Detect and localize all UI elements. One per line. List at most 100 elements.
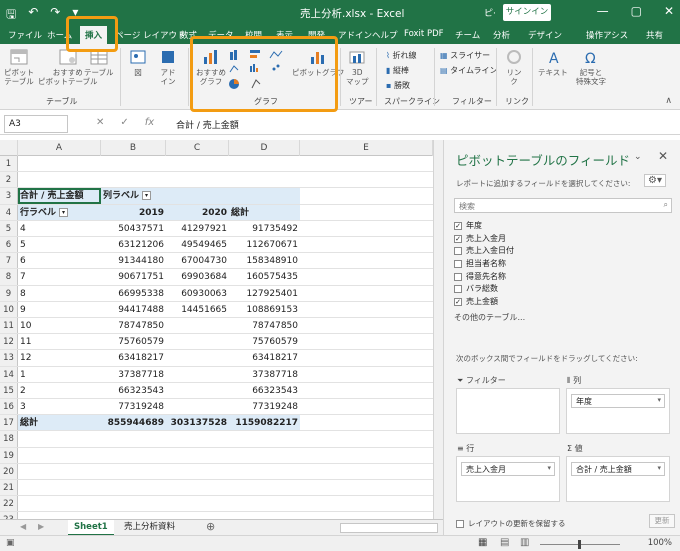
cell[interactable]: 91735492 — [229, 221, 300, 236]
column-header[interactable]: E — [300, 140, 433, 156]
sheet-tab-sales[interactable]: 売上分析資料 — [118, 520, 181, 536]
column-labels-cell[interactable]: 列ラベル ▾ — [101, 188, 166, 204]
cell[interactable]: 855944689 — [101, 415, 166, 431]
cell[interactable]: 66323543 — [101, 383, 166, 398]
row-label[interactable]: 11 — [18, 334, 101, 349]
cell[interactable]: 60930063 — [166, 286, 229, 301]
row-header[interactable]: 19 — [0, 447, 18, 463]
next-sheet-icon[interactable]: ▶ — [38, 522, 44, 531]
cell[interactable]: 1159082217 — [229, 415, 300, 431]
sparkline-line-button[interactable]: ⌇ 折れ線 — [386, 50, 416, 61]
chart-types-icon[interactable] — [228, 48, 288, 92]
row-label[interactable]: 8 — [18, 286, 101, 301]
column-header[interactable]: A — [18, 140, 101, 156]
sparkline-column-button[interactable]: ▮ 縦棒 — [386, 65, 409, 76]
close-icon[interactable]: ✕ — [664, 4, 674, 18]
tab-0[interactable]: ファイル — [8, 29, 42, 41]
checkbox[interactable] — [454, 272, 462, 281]
year-2020-header[interactable]: 2020 — [166, 204, 229, 220]
cell[interactable]: 75760579 — [101, 334, 166, 349]
filter-dropdown-icon[interactable]: ▾ — [142, 191, 152, 201]
row-header[interactable]: 21 — [0, 480, 18, 496]
values-chip-sum[interactable]: 合計 / 売上金額 ▾ — [571, 462, 665, 476]
checkbox[interactable] — [456, 519, 464, 528]
tab-5[interactable]: データ — [208, 29, 234, 41]
defer-update-checkbox[interactable]: レイアウトの更新を保留する — [456, 518, 566, 529]
pivot-chart-button[interactable]: ピボットグラフ — [292, 48, 345, 77]
row-label[interactable]: 7 — [18, 269, 101, 284]
page-layout-view-icon[interactable]: ▤ — [500, 537, 509, 548]
cell[interactable] — [166, 318, 229, 333]
row-label[interactable]: 12 — [18, 350, 101, 365]
cell[interactable]: 78747850 — [229, 318, 300, 333]
row-label[interactable]: 9 — [18, 302, 101, 317]
cell[interactable]: 112670671 — [229, 237, 300, 252]
checkbox[interactable]: ✓ — [454, 234, 462, 243]
row-header[interactable]: 9 — [0, 285, 18, 301]
row-header[interactable]: 14 — [0, 366, 18, 382]
row-label[interactable]: 3 — [18, 399, 101, 414]
cell[interactable]: 91344180 — [101, 253, 166, 268]
timeline-button[interactable]: ▤ タイムライン — [440, 65, 498, 76]
cell[interactable]: 66995338 — [101, 286, 166, 301]
sparkline-winloss-button[interactable]: ▪ 勝敗 — [386, 80, 410, 91]
cell[interactable]: 49549465 — [166, 237, 229, 252]
table-button[interactable]: テーブル — [84, 48, 114, 77]
cell[interactable]: 37387718 — [229, 367, 300, 382]
tab-7[interactable]: 表示 — [276, 29, 293, 41]
recommended-chart-button[interactable]: おすすめ グラフ — [196, 48, 226, 86]
row-label[interactable]: 5 — [18, 237, 101, 252]
cell[interactable]: 158348910 — [229, 253, 300, 268]
tab-13[interactable]: 分析 — [493, 29, 510, 41]
text-button[interactable]: A テキスト — [538, 48, 568, 77]
cell[interactable] — [166, 188, 229, 204]
macro-record-icon[interactable]: ▣ — [6, 538, 15, 548]
column-header[interactable]: D — [229, 140, 300, 156]
slicer-button[interactable]: ▦ スライサー — [440, 50, 490, 61]
collapse-ribbon-icon[interactable]: ∧ — [665, 96, 672, 106]
pane-options-icon[interactable]: ⌄ — [634, 152, 642, 162]
row-header[interactable]: 12 — [0, 334, 18, 350]
row-header[interactable]: 7 — [0, 253, 18, 269]
cell[interactable] — [166, 399, 229, 414]
field-item[interactable]: ✓ 売上金額 — [454, 296, 672, 309]
pivot-value-header[interactable]: 合計 / 売上金額 — [18, 188, 101, 204]
cell[interactable]: 50437571 — [101, 221, 166, 236]
tab-14[interactable]: デザイン — [528, 29, 562, 41]
row-header[interactable]: 16 — [0, 399, 18, 415]
cell[interactable]: 108869153 — [229, 302, 300, 317]
field-item[interactable]: 担当者名称 — [454, 258, 672, 271]
zoom-level[interactable]: 100% — [648, 538, 672, 548]
cell[interactable]: 94417488 — [101, 302, 166, 317]
cell[interactable]: 303137528 — [166, 415, 229, 431]
field-item[interactable]: 得意先名称 — [454, 270, 672, 283]
checkbox[interactable]: ✓ — [454, 297, 462, 306]
row-header[interactable]: 5 — [0, 220, 18, 236]
link-button[interactable]: リン ク — [504, 48, 524, 86]
row-header[interactable]: 6 — [0, 237, 18, 253]
tab-4[interactable]: 数式 — [180, 29, 197, 41]
illustrations-button[interactable]: 図 — [128, 48, 148, 77]
undo-icon[interactable]: ↶ — [28, 5, 38, 26]
checkbox[interactable] — [454, 247, 462, 256]
more-tables-link[interactable]: その他のテーブル... — [454, 312, 672, 323]
vertical-scrollbar[interactable] — [433, 140, 443, 519]
values-area[interactable]: Σ 値 合計 / 売上金額 ▾ — [566, 444, 670, 502]
columns-area[interactable]: ⦀ 列 年度 ▾ — [566, 376, 670, 434]
rows-area[interactable]: ≡ 行 売上入金月 ▾ — [456, 444, 560, 502]
columns-chip-year[interactable]: 年度 ▾ — [571, 394, 665, 408]
row-label[interactable]: 1 — [18, 367, 101, 382]
worksheet-grid[interactable]: ABCDE 1 2 3 合計 / 売上金額 列ラベル ▾ 4 行ラベル ▾ 2019 2020 総計 5… — [0, 140, 433, 519]
cell[interactable] — [229, 188, 300, 204]
row-label[interactable]: 10 — [18, 318, 101, 333]
cell[interactable]: 37387718 — [101, 367, 166, 382]
enter-icon[interactable]: ✓ — [120, 117, 128, 128]
tab-9[interactable]: アドイン — [338, 29, 372, 41]
redo-icon[interactable]: ↷ — [50, 5, 60, 26]
prev-sheet-icon[interactable]: ◀ — [20, 522, 26, 531]
cell[interactable]: 90671751 — [101, 269, 166, 284]
cell[interactable]: 78747850 — [101, 318, 166, 333]
addin-button[interactable]: アド イン — [158, 48, 178, 86]
zoom-slider-handle[interactable] — [578, 540, 581, 549]
tab-3[interactable]: ページ レイアウト — [115, 29, 186, 41]
